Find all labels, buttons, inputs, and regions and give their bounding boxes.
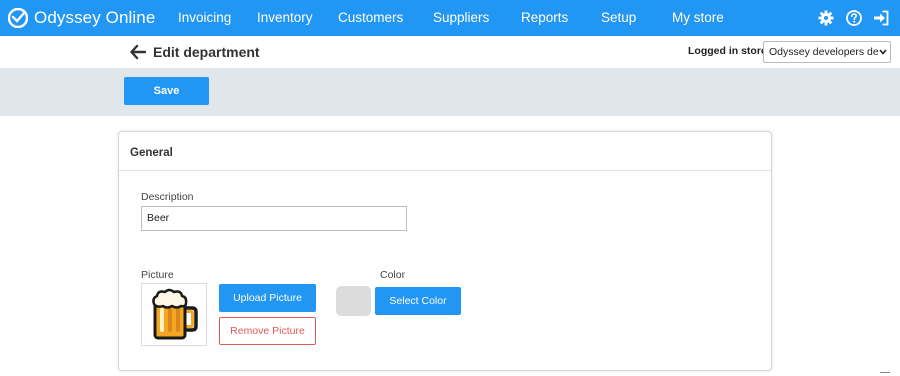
gear-icon[interactable]: [818, 10, 834, 26]
card-title: General: [130, 147, 173, 159]
color-label: Color: [380, 269, 406, 281]
nav-customers[interactable]: Customers: [338, 0, 403, 36]
divider: [880, 372, 890, 373]
toolbar: Save: [0, 68, 900, 116]
odyssey-logo-icon: [8, 8, 28, 28]
page-title: Edit department: [153, 44, 260, 60]
nav-suppliers[interactable]: Suppliers: [433, 0, 489, 36]
card-divider: [119, 170, 771, 171]
chevron-down-icon: [879, 49, 887, 55]
sign-in-icon[interactable]: [873, 10, 889, 26]
remove-picture-button[interactable]: Remove Picture: [219, 317, 316, 345]
save-button[interactable]: Save: [124, 77, 209, 105]
nav-my-store[interactable]: My store: [672, 0, 724, 36]
description-input[interactable]: Beer: [141, 206, 407, 231]
back-arrow-icon[interactable]: [130, 44, 146, 60]
color-swatch[interactable]: [336, 286, 371, 316]
top-navbar: Odyssey Online Invoicing Inventory Custo…: [0, 0, 900, 36]
select-color-button[interactable]: Select Color: [375, 287, 461, 315]
description-label: Description: [141, 191, 194, 203]
logged-in-store-label: Logged in store: [688, 45, 767, 57]
nav-inventory[interactable]: Inventory: [257, 0, 313, 36]
page-header: Edit department Logged in store Odyssey …: [0, 36, 900, 68]
nav-invoicing[interactable]: Invoicing: [178, 0, 231, 36]
store-select-value: Odyssey developers de: [769, 46, 879, 58]
help-icon[interactable]: [846, 10, 862, 26]
store-select[interactable]: Odyssey developers de: [763, 41, 891, 63]
picture-label: Picture: [141, 269, 174, 281]
upload-picture-button[interactable]: Upload Picture: [219, 284, 316, 312]
brand[interactable]: Odyssey Online: [8, 0, 155, 36]
nav-reports[interactable]: Reports: [521, 0, 568, 36]
picture-preview: [141, 283, 207, 346]
general-card: General Description Beer Picture Upload …: [118, 131, 772, 371]
beer-mug-icon: [152, 288, 198, 340]
nav-setup[interactable]: Setup: [601, 0, 636, 36]
brand-name: Odyssey Online: [34, 8, 156, 27]
